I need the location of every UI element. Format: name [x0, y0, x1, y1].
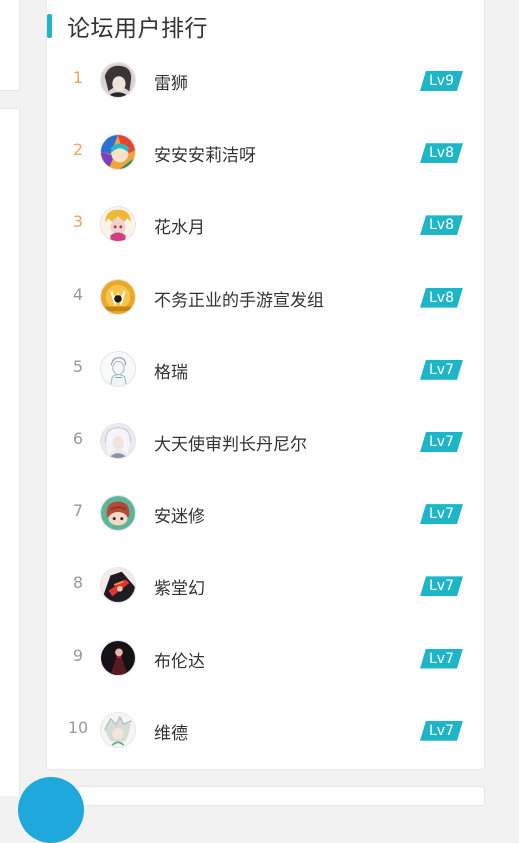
username-link[interactable]: 安迷修 — [154, 502, 205, 527]
level-badge: Lv7 — [420, 649, 463, 669]
ranking-row[interactable]: 7 安迷修 Lv7 — [47, 479, 484, 551]
user-avatar[interactable] — [100, 639, 136, 676]
level-badge: Lv7 — [420, 576, 463, 596]
user-avatar[interactable] — [100, 495, 136, 532]
ranking-row[interactable]: 10 维德 Lv7 — [47, 696, 484, 768]
ranking-list: 1 雷狮 Lv9 2 安安安莉洁呀 Lv8 3 花水月 Lv8 4 不务正业的手… — [47, 46, 484, 768]
level-badge: Lv7 — [420, 504, 463, 524]
rank-number: 9 — [72, 645, 84, 665]
username-link[interactable]: 布伦达 — [154, 647, 205, 672]
username-link[interactable]: 格瑞 — [154, 358, 188, 383]
rank-number: 6 — [72, 428, 84, 448]
ranking-row[interactable]: 9 布伦达 Lv7 — [47, 624, 484, 696]
ranking-row[interactable]: 1 雷狮 Lv9 — [47, 46, 484, 118]
ranking-row[interactable]: 2 安安安莉洁呀 Lv8 — [47, 118, 484, 190]
level-badge: Lv8 — [420, 288, 463, 308]
username-link[interactable]: 安安安莉洁呀 — [154, 141, 256, 166]
ranking-row[interactable]: 8 紫堂幻 Lv7 — [47, 551, 484, 623]
level-badge: Lv7 — [420, 360, 463, 380]
user-ranking-panel: 论坛用户排行 1 雷狮 Lv9 2 安安安莉洁呀 Lv8 3 花水月 Lv8 4… — [46, 0, 485, 770]
username-link[interactable]: 雷狮 — [154, 69, 188, 94]
user-avatar[interactable] — [100, 567, 136, 604]
username-link[interactable]: 不务正业的手游宣发组 — [154, 286, 324, 311]
rank-number: 4 — [72, 284, 84, 304]
left-card-main-edge — [0, 108, 20, 796]
ranking-row[interactable]: 6 大天使审判长丹尼尔 Lv7 — [47, 407, 484, 479]
user-avatar[interactable] — [100, 350, 136, 387]
user-avatar[interactable] — [100, 711, 136, 748]
rank-number: 3 — [72, 212, 84, 232]
ranking-row[interactable]: 4 不务正业的手游宣发组 Lv8 — [47, 263, 484, 335]
panel-title: 论坛用户排行 — [67, 16, 208, 42]
rank-number: 5 — [72, 356, 84, 376]
username-link[interactable]: 花水月 — [154, 213, 205, 238]
user-avatar[interactable] — [100, 62, 136, 98]
level-badge: Lv9 — [420, 71, 463, 91]
rank-number: 1 — [72, 68, 84, 87]
username-link[interactable]: 维德 — [154, 719, 188, 744]
rank-number: 7 — [72, 501, 84, 521]
level-badge: Lv7 — [420, 721, 463, 741]
username-link[interactable]: 紫堂幻 — [154, 574, 205, 599]
next-panel-edge — [46, 786, 485, 806]
rank-number: 10 — [67, 717, 89, 737]
rank-number: 2 — [72, 140, 84, 160]
user-avatar[interactable] — [100, 278, 136, 315]
user-avatar[interactable] — [100, 134, 136, 171]
ranking-row[interactable]: 5 格瑞 Lv7 — [47, 335, 484, 407]
left-card-top-edge — [0, 0, 20, 91]
level-badge: Lv7 — [420, 432, 463, 452]
level-badge: Lv8 — [420, 215, 463, 235]
rank-number: 8 — [72, 573, 84, 593]
level-badge: Lv8 — [420, 143, 463, 163]
user-avatar[interactable] — [100, 422, 136, 459]
header-accent-bar — [47, 14, 52, 38]
username-link[interactable]: 大天使审判长丹尼尔 — [154, 430, 307, 455]
user-avatar[interactable] — [100, 206, 136, 243]
panel-header: 论坛用户排行 — [47, 12, 208, 42]
ranking-row[interactable]: 3 花水月 Lv8 — [47, 190, 484, 262]
floating-action-button[interactable] — [18, 777, 84, 843]
